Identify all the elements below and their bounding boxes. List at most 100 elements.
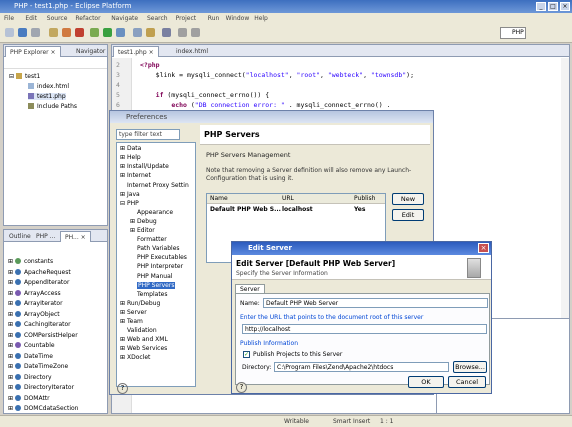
help-icon[interactable]: ? <box>236 382 247 393</box>
tab-editor-index[interactable]: index.html <box>172 46 212 57</box>
outline-item[interactable]: ⊞ Countable <box>8 342 55 349</box>
stop-icon[interactable] <box>75 28 84 37</box>
expand-icon[interactable]: ⊞ <box>8 384 15 391</box>
pref-tree-item[interactable]: ⊞ Internet <box>120 172 151 179</box>
pref-tree-item[interactable]: ⊞ Web Services <box>120 345 167 352</box>
outline-item[interactable]: ⊞ Directory <box>8 373 52 381</box>
code-line[interactable]: echo ("DB connection error: " . mysqli_c… <box>140 101 390 109</box>
expand-icon[interactable]: ⊞ <box>8 311 15 318</box>
pref-tree-item[interactable]: ⊞ Install/Update <box>120 163 169 170</box>
tab-php-functions[interactable]: PHP ... <box>32 231 59 242</box>
menu-edit[interactable]: Edit <box>25 15 37 22</box>
tab-outline[interactable]: Outline <box>5 231 35 242</box>
minimize-button[interactable]: _ <box>536 2 546 11</box>
expand-icon[interactable]: ⊞ <box>8 353 15 360</box>
outline-item[interactable]: ⊞ CachingIterator <box>8 321 71 328</box>
pref-tree-item[interactable]: ⊞ Java <box>120 191 140 198</box>
expand-icon[interactable]: ⊞ <box>8 258 15 265</box>
server-name-field[interactable]: Default PHP Web Server <box>263 298 488 308</box>
pref-tree-item[interactable]: Appearance <box>130 209 173 216</box>
menu-source[interactable]: Source <box>47 15 68 22</box>
expand-icon[interactable]: ⊞ <box>8 279 15 286</box>
outline-item[interactable]: ⊞ ArrayObject <box>8 310 60 318</box>
new-icon[interactable] <box>5 28 14 37</box>
pref-tree-item[interactable]: PHP Servers <box>130 281 176 289</box>
expand-icon[interactable]: ⊞ <box>120 309 127 316</box>
menu-project[interactable]: Project <box>176 15 197 22</box>
outline-item[interactable]: ⊞ DOMCdataSection <box>8 405 78 412</box>
cancel-button[interactable]: Cancel <box>448 376 486 388</box>
menu-run[interactable]: Run <box>208 15 220 22</box>
expand-icon[interactable]: ⊞ <box>120 300 127 307</box>
expand-icon[interactable]: ⊞ <box>8 395 15 402</box>
pref-tree-item[interactable]: ⊞Ant <box>120 142 137 143</box>
pref-tree-item[interactable]: ⊞ Data <box>120 145 141 152</box>
php-file-icon[interactable] <box>62 28 71 37</box>
tab-navigator[interactable]: Navigator <box>72 46 109 57</box>
pref-tree-item[interactable]: PHP Interpreter <box>130 263 183 270</box>
search-icon[interactable] <box>146 28 155 37</box>
code-line[interactable]: if (mysqli_connect_errno()) { <box>140 91 270 99</box>
expand-icon[interactable]: ⊞ <box>8 321 15 328</box>
filter-input[interactable]: type filter text <box>116 129 180 140</box>
pref-tree-item[interactable]: ⊞ Team <box>120 318 143 325</box>
pref-tree-item[interactable]: Path Variables <box>130 245 180 252</box>
menu-window[interactable]: Window <box>226 15 250 22</box>
save-icon[interactable] <box>18 28 27 37</box>
pref-tree-item[interactable]: Validation <box>120 327 157 334</box>
back-icon[interactable] <box>178 28 187 37</box>
expand-icon[interactable]: ⊞ <box>8 269 15 276</box>
outline-item[interactable]: ⊞ COMPersistHelper <box>8 331 78 339</box>
expand-icon[interactable]: ⊞ <box>8 332 15 339</box>
expand-icon[interactable]: ⊞ <box>120 154 127 161</box>
pref-tree-item[interactable]: ⊞ Server <box>120 309 147 316</box>
close-button[interactable]: × <box>560 2 570 11</box>
expand-icon[interactable]: ⊞ <box>120 191 127 198</box>
outline-item[interactable]: ⊞ DateTimeZone <box>8 363 68 370</box>
expand-icon[interactable]: ⊞ <box>120 345 127 352</box>
help-icon[interactable]: ? <box>117 383 128 394</box>
table-row[interactable]: Default PHP Web S... localhost Yes <box>207 205 385 215</box>
outline-item[interactable]: ⊞ ArrayAccess <box>8 289 61 297</box>
code-line[interactable]: <?php <box>140 61 160 69</box>
perspective-button[interactable]: PHP <box>500 27 526 39</box>
pref-tree-item[interactable]: PHP Executables <box>130 254 187 261</box>
pref-tree-item[interactable]: Internet Proxy Settin <box>120 182 189 189</box>
tree-item-include-paths[interactable]: Include Paths <box>28 103 77 110</box>
pref-tree-item[interactable]: ⊞ Web and XML <box>120 336 168 343</box>
expand-icon[interactable]: ⊞ <box>8 300 15 307</box>
server-url-field[interactable]: http://localhost <box>242 324 487 334</box>
pref-tree-item[interactable]: Templates <box>130 291 168 298</box>
ok-button[interactable]: OK <box>408 376 444 388</box>
outline-item[interactable]: ⊞ AppendIterator <box>8 279 69 286</box>
external-tools-icon[interactable] <box>116 28 125 37</box>
expand-icon[interactable]: ⊞ <box>120 354 127 361</box>
outline-item[interactable]: ⊞ DirectoryIterator <box>8 384 74 391</box>
expand-icon[interactable]: ⊞ <box>120 318 127 325</box>
expand-icon[interactable]: ⊞ <box>8 342 15 349</box>
edit-server-button[interactable]: Edit <box>392 209 424 221</box>
column-header[interactable]: Name <box>210 195 228 202</box>
pref-tree-item[interactable]: PHP Manual <box>130 273 172 280</box>
expand-icon[interactable]: ⊟ <box>120 200 127 207</box>
tab-editor-test1[interactable]: test1.php × <box>113 46 159 57</box>
new-server-button[interactable]: New <box>392 193 424 205</box>
code-line[interactable]: $link = mysqli_connect("localhost", "roo… <box>140 71 414 79</box>
expand-icon[interactable]: ⊞ <box>120 145 127 152</box>
expand-icon[interactable]: ⊞ <box>120 172 127 179</box>
tree-item-file-selected[interactable]: test1.php <box>28 93 66 100</box>
menu-help[interactable]: Help <box>254 15 268 22</box>
menu-search[interactable]: Search <box>147 15 168 22</box>
pref-tree-item[interactable]: ⊞ Editor <box>130 227 155 234</box>
menu-navigate[interactable]: Navigate <box>111 15 138 22</box>
tree-item-file[interactable]: index.html <box>28 83 69 90</box>
tab-php-project-outline[interactable]: PH... × <box>60 231 91 242</box>
maximize-button[interactable]: □ <box>548 2 558 11</box>
expand-icon[interactable]: ⊞ <box>130 218 137 225</box>
expand-icon[interactable]: ⊞ <box>130 227 137 234</box>
outline-item[interactable]: ⊞ constants <box>8 258 53 265</box>
php-project-icon[interactable] <box>49 28 58 37</box>
expand-icon[interactable]: ⊞ <box>8 290 15 297</box>
expand-icon[interactable]: ⊞ <box>120 142 127 143</box>
expand-icon[interactable]: ⊞ <box>120 336 127 343</box>
